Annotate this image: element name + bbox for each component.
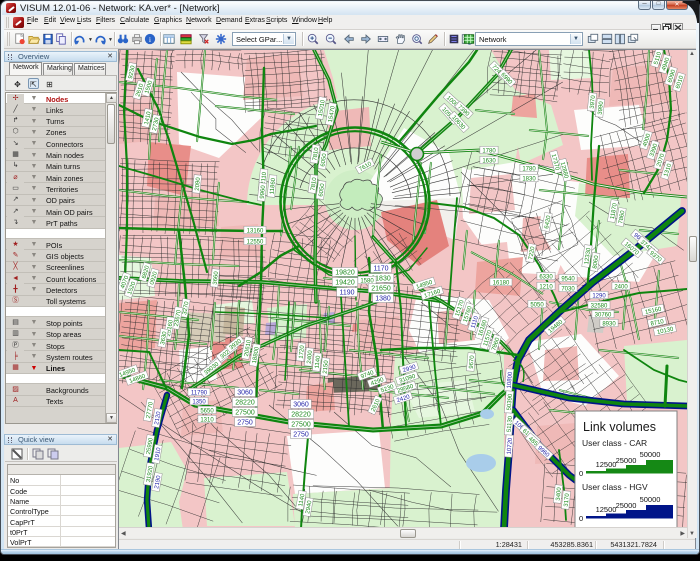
svg-text:1190: 1190 [339, 289, 354, 296]
svg-text:25000: 25000 [616, 501, 637, 510]
svg-text:1630: 1630 [482, 158, 496, 164]
svg-text:21650: 21650 [371, 285, 391, 292]
svg-text:27500: 27500 [235, 409, 255, 416]
svg-text:12500: 12500 [596, 460, 617, 469]
svg-text:2750: 2750 [237, 419, 253, 426]
svg-text:50000: 50000 [640, 450, 661, 459]
svg-text:12500: 12500 [596, 505, 617, 514]
svg-text:19420: 19420 [335, 279, 355, 286]
svg-text:1580: 1580 [360, 278, 374, 284]
svg-text:1380: 1380 [375, 295, 391, 302]
svg-text:User class - CAR: User class - CAR [582, 438, 647, 448]
svg-text:1830: 1830 [522, 176, 536, 182]
svg-text:32580: 32580 [591, 303, 608, 309]
svg-text:6330: 6330 [539, 274, 553, 280]
svg-text:i: i [149, 35, 151, 44]
svg-text:1210: 1210 [539, 284, 553, 290]
svg-text:3060: 3060 [293, 401, 309, 408]
svg-text:User class - HGV: User class - HGV [582, 482, 648, 492]
svg-text:3060: 3060 [237, 389, 253, 396]
svg-text:1780: 1780 [522, 166, 536, 172]
svg-text:11790: 11790 [191, 390, 208, 396]
svg-text:1310: 1310 [200, 417, 214, 423]
svg-text:9670: 9670 [469, 355, 476, 369]
svg-text:12550: 12550 [247, 239, 264, 245]
svg-text:27500: 27500 [291, 421, 311, 428]
svg-text:28220: 28220 [291, 411, 311, 418]
svg-text:2750: 2750 [293, 431, 309, 438]
svg-text:5050: 5050 [530, 302, 544, 308]
svg-text:25000: 25000 [616, 456, 637, 465]
svg-text:0: 0 [579, 514, 583, 523]
svg-text:1290: 1290 [592, 293, 606, 299]
svg-text:13160: 13160 [247, 228, 264, 234]
svg-text:0: 0 [579, 469, 583, 478]
svg-text:50000: 50000 [640, 495, 661, 504]
svg-text:16180: 16180 [493, 280, 510, 286]
svg-text:28220: 28220 [235, 399, 255, 406]
svg-text:30760: 30760 [595, 312, 612, 318]
svg-text:Link volumes: Link volumes [583, 420, 656, 434]
svg-text:9540: 9540 [561, 276, 575, 282]
svg-text:8930: 8930 [602, 321, 616, 327]
svg-text:2400: 2400 [614, 284, 628, 290]
svg-text:7030: 7030 [561, 286, 575, 292]
svg-text:1170: 1170 [373, 265, 388, 272]
svg-text:19820: 19820 [335, 269, 355, 276]
svg-text:5650: 5650 [200, 408, 214, 414]
svg-text:1350: 1350 [192, 399, 206, 405]
svg-text:1780: 1780 [482, 148, 496, 154]
